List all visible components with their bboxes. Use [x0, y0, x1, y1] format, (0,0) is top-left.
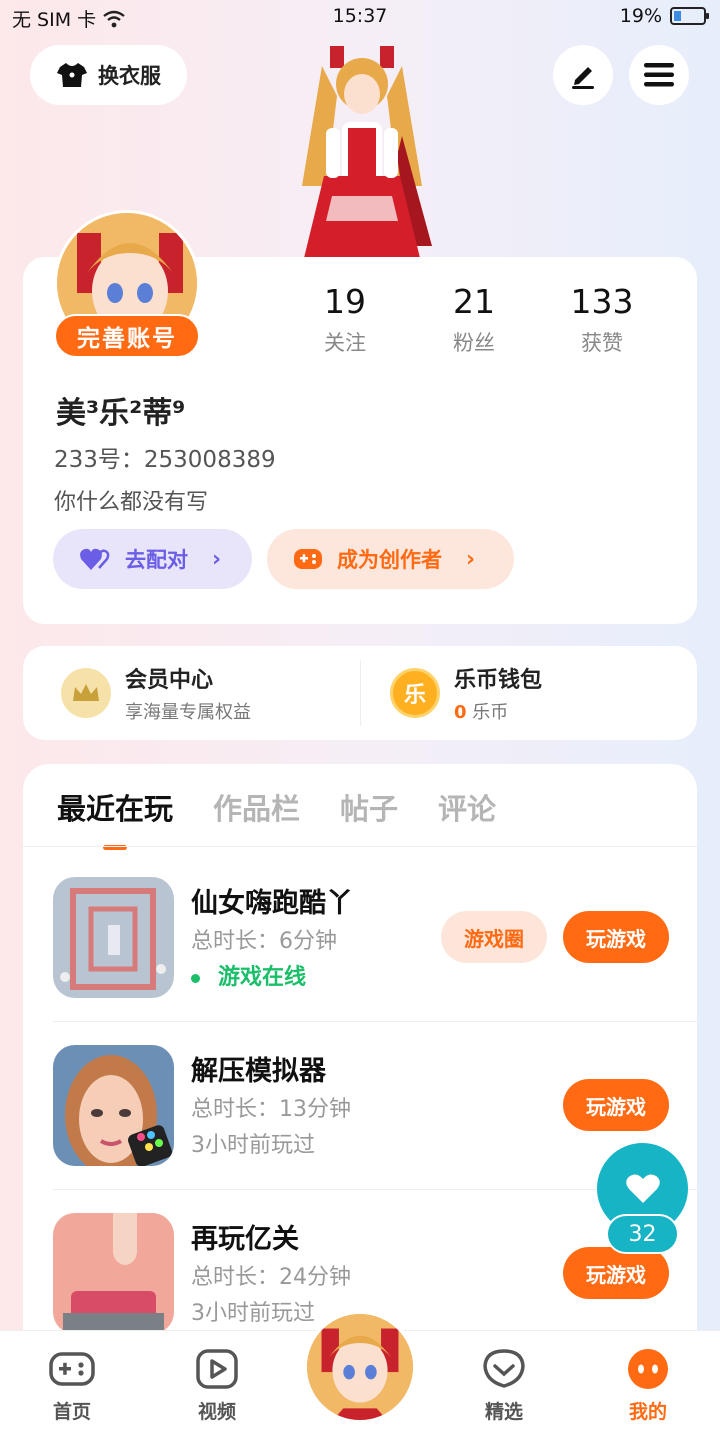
status-bar: 无 SIM 卡 15:37 19% [0, 0, 720, 32]
nav-me-label: 我的 [628, 1401, 667, 1423]
nav-home[interactable]: 首页 [27, 1347, 117, 1424]
menu-button[interactable] [629, 45, 689, 105]
wallet-unit: 乐币 [472, 702, 509, 723]
stat-following[interactable]: 19 关注 [295, 282, 395, 357]
change-outfit-label: 换衣服 [98, 64, 161, 88]
following-label: 关注 [324, 331, 366, 355]
game-last-played: 3小时前玩过 [191, 1133, 315, 1158]
nickname: 美³乐²蒂⁹ [56, 396, 186, 431]
member-center-title: 会员中心 [125, 668, 214, 693]
stat-likes[interactable]: 133 获赞 [552, 282, 652, 357]
game-duration: 总时长：13分钟 [191, 1097, 351, 1122]
tab-recently-played[interactable]: 最近在玩 [57, 786, 173, 850]
nav-video[interactable]: 视频 [172, 1347, 262, 1424]
edit-profile-button[interactable] [553, 45, 613, 105]
game-circle-button[interactable]: 游戏圈 [441, 911, 547, 963]
game-title: 仙女嗨跑酷丫 [191, 888, 353, 919]
battery-percent: 19% [619, 5, 662, 27]
avatar-portrait [307, 1314, 413, 1420]
play-game-button[interactable]: 玩游戏 [563, 1247, 669, 1299]
game-title: 解压模拟器 [191, 1056, 326, 1087]
game-thumbnail[interactable] [53, 1213, 174, 1334]
profile-tabs: 最近在玩 作品栏 帖子 评论 [57, 786, 496, 850]
divider [360, 660, 361, 726]
become-creator-button[interactable]: 成为创作者 › [267, 529, 514, 589]
avatar-3d-figure[interactable] [282, 36, 442, 258]
like-count-badge: 32 [606, 1214, 679, 1254]
complete-account-button[interactable]: 完善账号 [54, 314, 200, 358]
stat-followers[interactable]: 21 粉丝 [424, 282, 524, 357]
lebi-coin-icon: 乐 [390, 668, 440, 718]
tabs-divider [23, 846, 697, 847]
wallet-entry[interactable]: 乐 乐币钱包 0 乐币 [390, 646, 542, 740]
pen-icon [572, 67, 594, 89]
match-button[interactable]: 去配对 › [53, 529, 252, 589]
wallet-amount: 0 [454, 702, 467, 723]
following-count: 19 [324, 282, 366, 321]
nav-me[interactable]: 我的 [603, 1347, 693, 1424]
game-status: 游戏在线 [191, 959, 306, 991]
tab-works[interactable]: 作品栏 [213, 786, 300, 828]
gamepad-plus-icon [294, 549, 322, 569]
hamburger-menu-icon [644, 63, 674, 87]
game-thumbnail[interactable] [53, 877, 174, 998]
play-game-button[interactable]: 玩游戏 [563, 911, 669, 963]
nav-video-label: 视频 [197, 1401, 236, 1423]
clock: 15:37 [332, 5, 388, 27]
battery-icon [670, 7, 709, 25]
become-creator-label: 成为创作者 [337, 548, 442, 572]
likes-received-count: 133 [570, 282, 634, 321]
heart-icon [625, 1174, 660, 1203]
match-label: 去配对 [125, 548, 188, 572]
chevron-right-icon: › [466, 546, 476, 572]
likes-received-label: 获赞 [581, 331, 623, 355]
game-duration: 总时长：24分钟 [191, 1265, 351, 1290]
bio: 你什么都没有写 [54, 490, 209, 515]
member-center-subtitle: 享海量专属权益 [125, 702, 251, 723]
game-last-played: 3小时前玩过 [191, 1301, 315, 1326]
game-status-text: 游戏在线 [218, 965, 307, 990]
game-row[interactable]: 仙女嗨跑酷丫 总时长：6分钟 游戏在线 游戏圈 玩游戏 [53, 877, 669, 1002]
tshirt-icon [57, 63, 87, 87]
member-wallet-card: 会员中心 享海量专属权益 乐 乐币钱包 0 乐币 [23, 646, 697, 740]
center-avatar-button[interactable] [303, 1310, 417, 1424]
heart-chat-icon [483, 1349, 525, 1388]
nav-featured-label: 精选 [484, 1401, 523, 1423]
nav-home-label: 首页 [52, 1401, 91, 1423]
gamepad-icon [49, 1352, 95, 1386]
play-game-button[interactable]: 玩游戏 [563, 1079, 669, 1131]
chevron-right-icon: › [212, 546, 222, 572]
member-center-entry[interactable]: 会员中心 享海量专属权益 [61, 646, 251, 740]
tab-posts[interactable]: 帖子 [340, 786, 398, 828]
game-row[interactable]: 解压模拟器 总时长：13分钟 3小时前玩过 玩游戏 [53, 1045, 669, 1170]
crown-icon [61, 668, 111, 718]
online-dot-icon [191, 973, 200, 983]
profile-face-icon [628, 1349, 668, 1389]
tab-comments[interactable]: 评论 [438, 786, 496, 828]
video-icon [196, 1349, 238, 1389]
nav-featured[interactable]: 精选 [459, 1347, 549, 1424]
user-id: 233号：253008389 [54, 447, 276, 473]
game-duration: 总时长：6分钟 [191, 929, 337, 954]
followers-count: 21 [453, 282, 495, 321]
row-divider [53, 1021, 697, 1022]
change-outfit-button[interactable]: 换衣服 [30, 45, 187, 105]
double-heart-icon [80, 548, 110, 570]
game-title: 再玩亿关 [191, 1224, 299, 1255]
game-thumbnail[interactable] [53, 1045, 174, 1166]
wallet-title: 乐币钱包 [454, 668, 543, 693]
followers-label: 粉丝 [453, 331, 495, 355]
